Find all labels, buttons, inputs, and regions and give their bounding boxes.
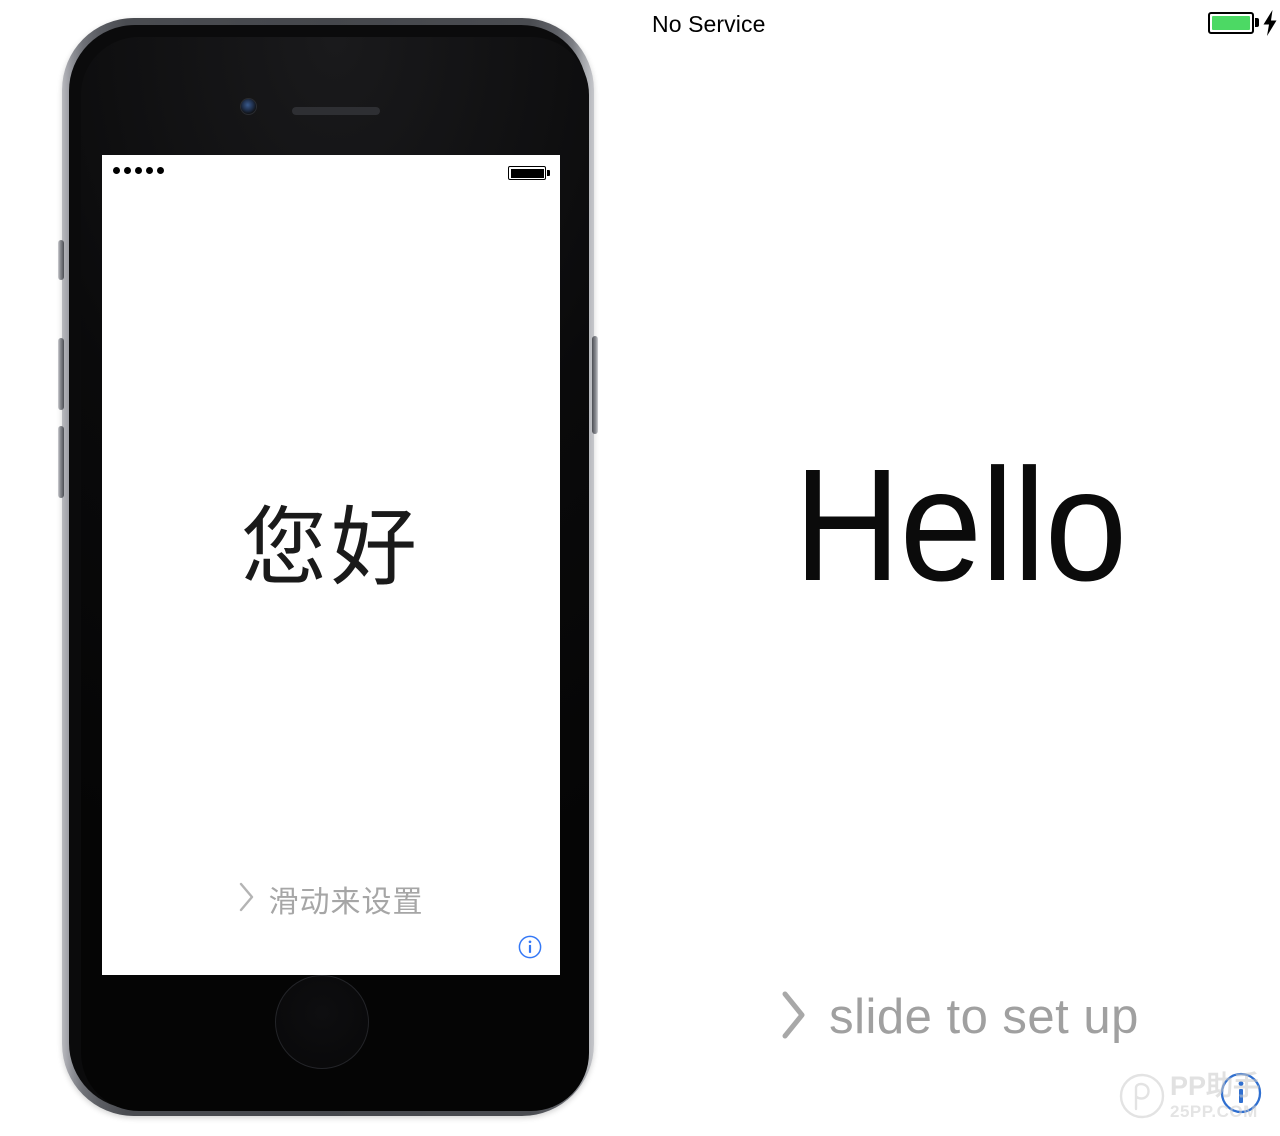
volume-up-button[interactable] — [58, 338, 64, 410]
battery-fill — [510, 168, 544, 178]
host-slide-to-setup[interactable]: slide to set up — [640, 990, 1280, 1045]
screen-status-bar — [102, 155, 560, 189]
signal-dot — [124, 167, 131, 174]
device-body: 您好 滑动来设置 — [69, 25, 589, 1111]
screen-greeting-text: 您好 — [241, 498, 421, 598]
mute-switch-button[interactable] — [58, 240, 64, 280]
signal-dots-icon — [113, 167, 164, 174]
signal-dot — [157, 167, 164, 174]
lightning-bolt-icon — [1262, 10, 1278, 36]
host-greeting: Hello — [640, 446, 1280, 606]
battery-full-icon — [508, 166, 546, 180]
host-slide-label: slide to set up — [829, 990, 1139, 1044]
info-circle-icon[interactable] — [518, 935, 542, 959]
screen-slide-to-setup[interactable]: 滑动来设置 — [102, 877, 560, 921]
signal-dot — [113, 167, 120, 174]
iphone-device: 您好 滑动来设置 — [58, 18, 598, 1126]
pp-logo-icon — [1118, 1072, 1166, 1120]
carrier-label: No Service — [652, 11, 766, 37]
battery-cap — [547, 170, 550, 176]
power-button[interactable] — [592, 336, 598, 434]
chevron-right-icon — [239, 882, 255, 917]
battery-fill — [1212, 16, 1250, 30]
chevron-right-icon — [781, 990, 807, 1045]
screen-slide-label: 滑动来设置 — [268, 885, 424, 920]
volume-down-button[interactable] — [58, 426, 64, 498]
info-circle-icon[interactable] — [1220, 1072, 1262, 1114]
front-camera-icon — [241, 99, 256, 114]
device-frame: 您好 滑动来设置 — [58, 18, 598, 1116]
device-screen[interactable]: 您好 滑动来设置 — [102, 155, 560, 975]
home-button[interactable] — [275, 975, 369, 1069]
earpiece-speaker-icon — [292, 107, 380, 115]
battery-cap — [1255, 18, 1259, 27]
host-greeting-text: Hello — [793, 436, 1127, 615]
signal-dot — [135, 167, 142, 174]
signal-dot — [146, 167, 153, 174]
battery-full-icon — [1208, 12, 1254, 34]
